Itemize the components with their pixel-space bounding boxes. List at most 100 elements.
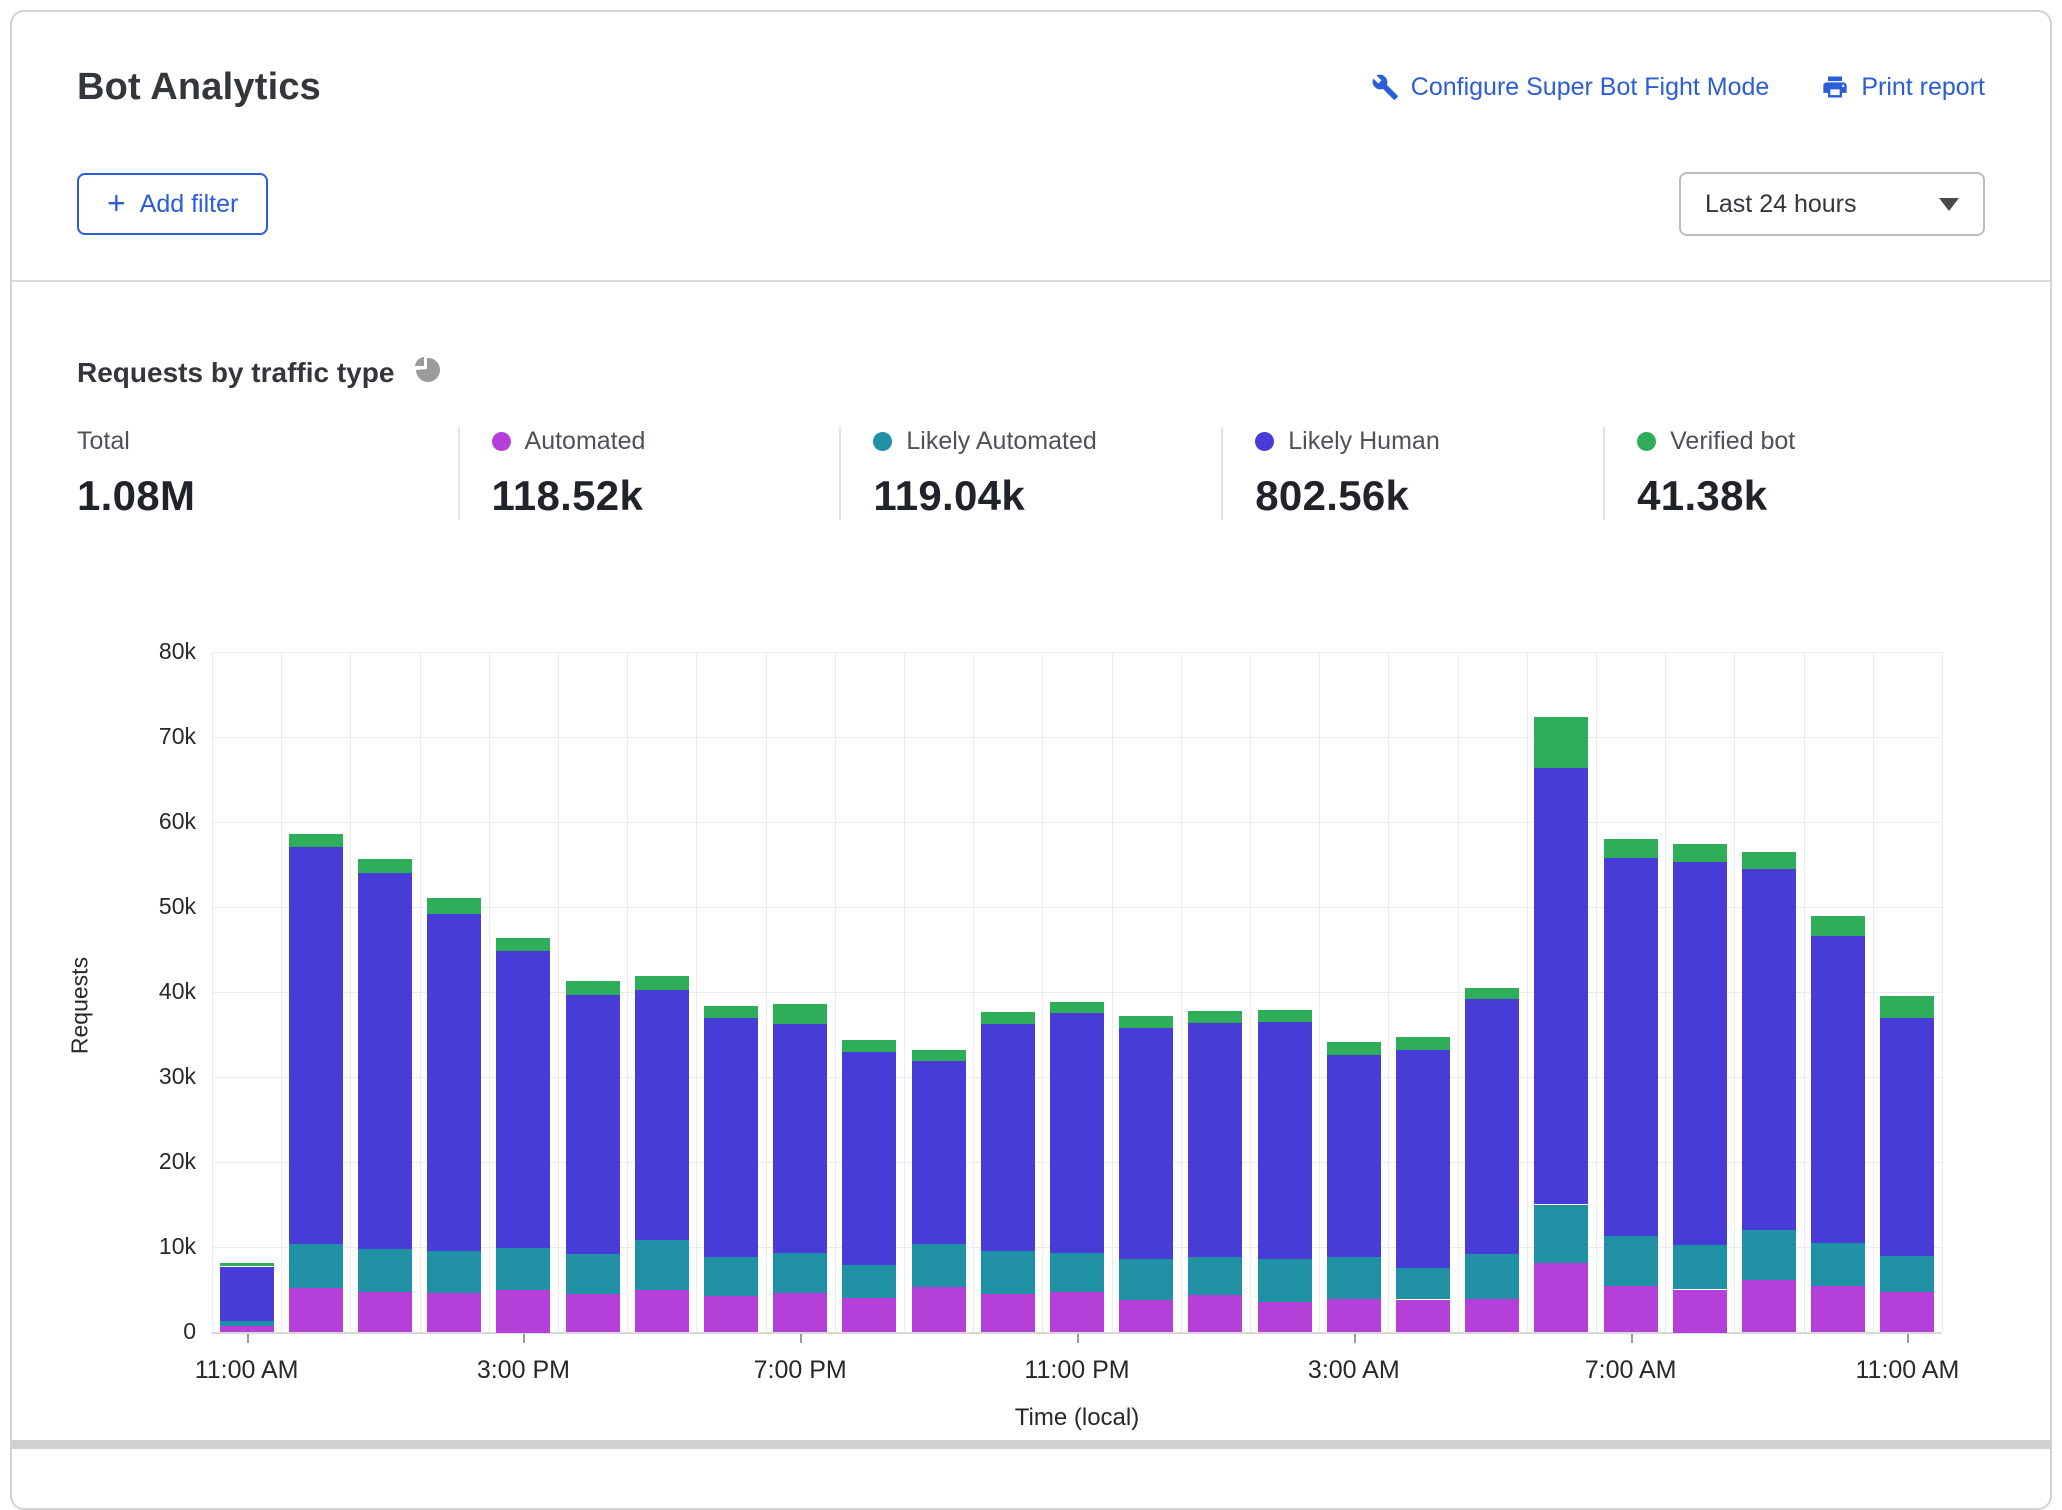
add-filter-button[interactable]: + Add filter <box>77 173 268 235</box>
gridline <box>1112 652 1113 1332</box>
bar-segment-automated <box>1258 1301 1312 1332</box>
x-tick-label: 11:00 AM <box>195 1356 299 1385</box>
bar-segment-likely-automated <box>1534 1205 1588 1263</box>
legend-dot-icon <box>873 432 892 451</box>
bar-segment-likely-human <box>1742 869 1796 1230</box>
stat-value: 1.08M <box>77 472 448 520</box>
y-tick-label: 40k <box>78 978 196 1005</box>
bar-segment-likely-human <box>1465 999 1519 1254</box>
bar-segment-likely-automated <box>1396 1267 1450 1299</box>
bar-segment-likely-human <box>358 872 412 1249</box>
bar-segment-verified-bot <box>1258 1010 1312 1022</box>
section-title-row: Requests by traffic type <box>77 354 442 391</box>
gridline <box>835 652 836 1332</box>
print-report-link[interactable]: Print report <box>1821 73 1985 102</box>
stat-label: Likely Human <box>1288 427 1439 456</box>
bar-segment-verified-bot <box>635 976 689 990</box>
bar-segment-likely-human <box>496 950 550 1248</box>
bar-segment-likely-human <box>1880 1018 1934 1256</box>
bar-segment-likely-automated <box>1811 1243 1865 1286</box>
bar-segment-verified-bot <box>358 859 412 873</box>
bar-segment-automated <box>1880 1292 1934 1332</box>
plus-icon: + <box>107 187 126 219</box>
bar-segment-likely-automated <box>1258 1259 1312 1302</box>
bar-segment-verified-bot <box>842 1040 896 1052</box>
bar-segment-likely-automated <box>981 1251 1035 1294</box>
bar-segment-automated <box>704 1296 758 1332</box>
time-range-select[interactable]: Last 24 hours <box>1679 172 1985 236</box>
bar-segment-likely-automated <box>773 1253 827 1293</box>
x-tick-mark <box>523 1334 525 1343</box>
bar-segment-likely-automated <box>1742 1230 1796 1280</box>
bar-segment-automated <box>1811 1285 1865 1332</box>
bar-segment-verified-bot <box>1119 1016 1173 1028</box>
bar-segment-verified-bot <box>1188 1011 1242 1023</box>
bar-segment-automated <box>1604 1286 1658 1332</box>
bar-segment-likely-human <box>1050 1013 1104 1253</box>
bar-segment-automated <box>566 1294 620 1332</box>
bar-segment-automated <box>635 1290 689 1332</box>
bar-segment-likely-human <box>842 1052 896 1265</box>
bar-segment-automated <box>427 1293 481 1332</box>
bar-segment-likely-automated <box>1327 1257 1381 1299</box>
gridline <box>1388 652 1389 1332</box>
stat-col-total: Total1.08M <box>77 427 458 520</box>
header-row: Bot Analytics Configure Super Bot Fight … <box>77 56 1985 118</box>
stat-label-row: Likely Human <box>1255 427 1593 456</box>
legend-dot-icon <box>1255 432 1274 451</box>
bar-segment-automated <box>1119 1300 1173 1332</box>
stat-label-row: Verified bot <box>1637 427 1975 456</box>
bar-segment-likely-human <box>981 1023 1035 1251</box>
gridline <box>1458 652 1459 1332</box>
bar-segment-likely-automated <box>1050 1253 1104 1292</box>
bar-segment-automated <box>358 1292 412 1332</box>
x-tick-mark <box>247 1334 249 1343</box>
bar-segment-likely-human <box>566 995 620 1254</box>
bar-segment-automated <box>1327 1299 1381 1332</box>
x-tick-label: 7:00 PM <box>754 1356 847 1385</box>
stat-label: Likely Automated <box>906 427 1096 456</box>
bar-segment-automated <box>220 1326 274 1332</box>
chevron-down-icon <box>1939 198 1959 211</box>
gridline <box>1319 652 1320 1332</box>
bar-segment-likely-automated <box>289 1244 343 1288</box>
gridline <box>904 652 905 1332</box>
y-axis-title: Requests <box>67 946 94 1066</box>
printer-icon <box>1821 73 1849 101</box>
x-axis-title: Time (local) <box>1015 1404 1139 1432</box>
traffic-type-stats: Total1.08MAutomated118.52kLikely Automat… <box>77 427 1985 520</box>
bar-segment-likely-automated <box>1604 1236 1658 1286</box>
bar-segment-automated <box>1742 1280 1796 1332</box>
bar-segment-likely-human <box>912 1061 966 1244</box>
bar-segment-likely-automated <box>220 1321 274 1326</box>
configure-super-bot-fight-mode-link[interactable]: Configure Super Bot Fight Mode <box>1371 73 1770 102</box>
gridline <box>1665 652 1666 1332</box>
gridline <box>350 652 351 1332</box>
gridline <box>212 737 1942 738</box>
stat-value: 119.04k <box>873 472 1211 520</box>
x-tick-label: 11:00 AM <box>1856 1356 1960 1385</box>
print-link-label: Print report <box>1861 73 1985 102</box>
bar-segment-automated <box>496 1290 550 1333</box>
legend-dot-icon <box>1637 432 1656 451</box>
x-tick-label: 3:00 PM <box>477 1356 570 1385</box>
bar-segment-likely-automated <box>427 1251 481 1293</box>
bar-segment-likely-automated <box>566 1254 620 1294</box>
x-tick-mark <box>1631 1334 1633 1343</box>
add-filter-label: Add filter <box>140 190 239 219</box>
bar-segment-verified-bot <box>1673 844 1727 862</box>
stat-label: Automated <box>525 427 646 456</box>
bar-segment-likely-human <box>1534 768 1588 1204</box>
bar-segment-likely-automated <box>1880 1256 1934 1292</box>
bar-segment-likely-human <box>1119 1028 1173 1259</box>
gridline <box>1181 652 1182 1332</box>
bar-segment-likely-automated <box>912 1244 966 1287</box>
bar-segment-automated <box>981 1294 1035 1332</box>
bar-segment-likely-human <box>1604 858 1658 1236</box>
x-tick-mark <box>1907 1334 1909 1343</box>
gridline <box>1942 652 1943 1332</box>
gridline <box>489 652 490 1332</box>
bar-segment-verified-bot <box>496 938 550 951</box>
gridline <box>212 822 1942 823</box>
y-tick-label: 0 <box>78 1318 196 1345</box>
